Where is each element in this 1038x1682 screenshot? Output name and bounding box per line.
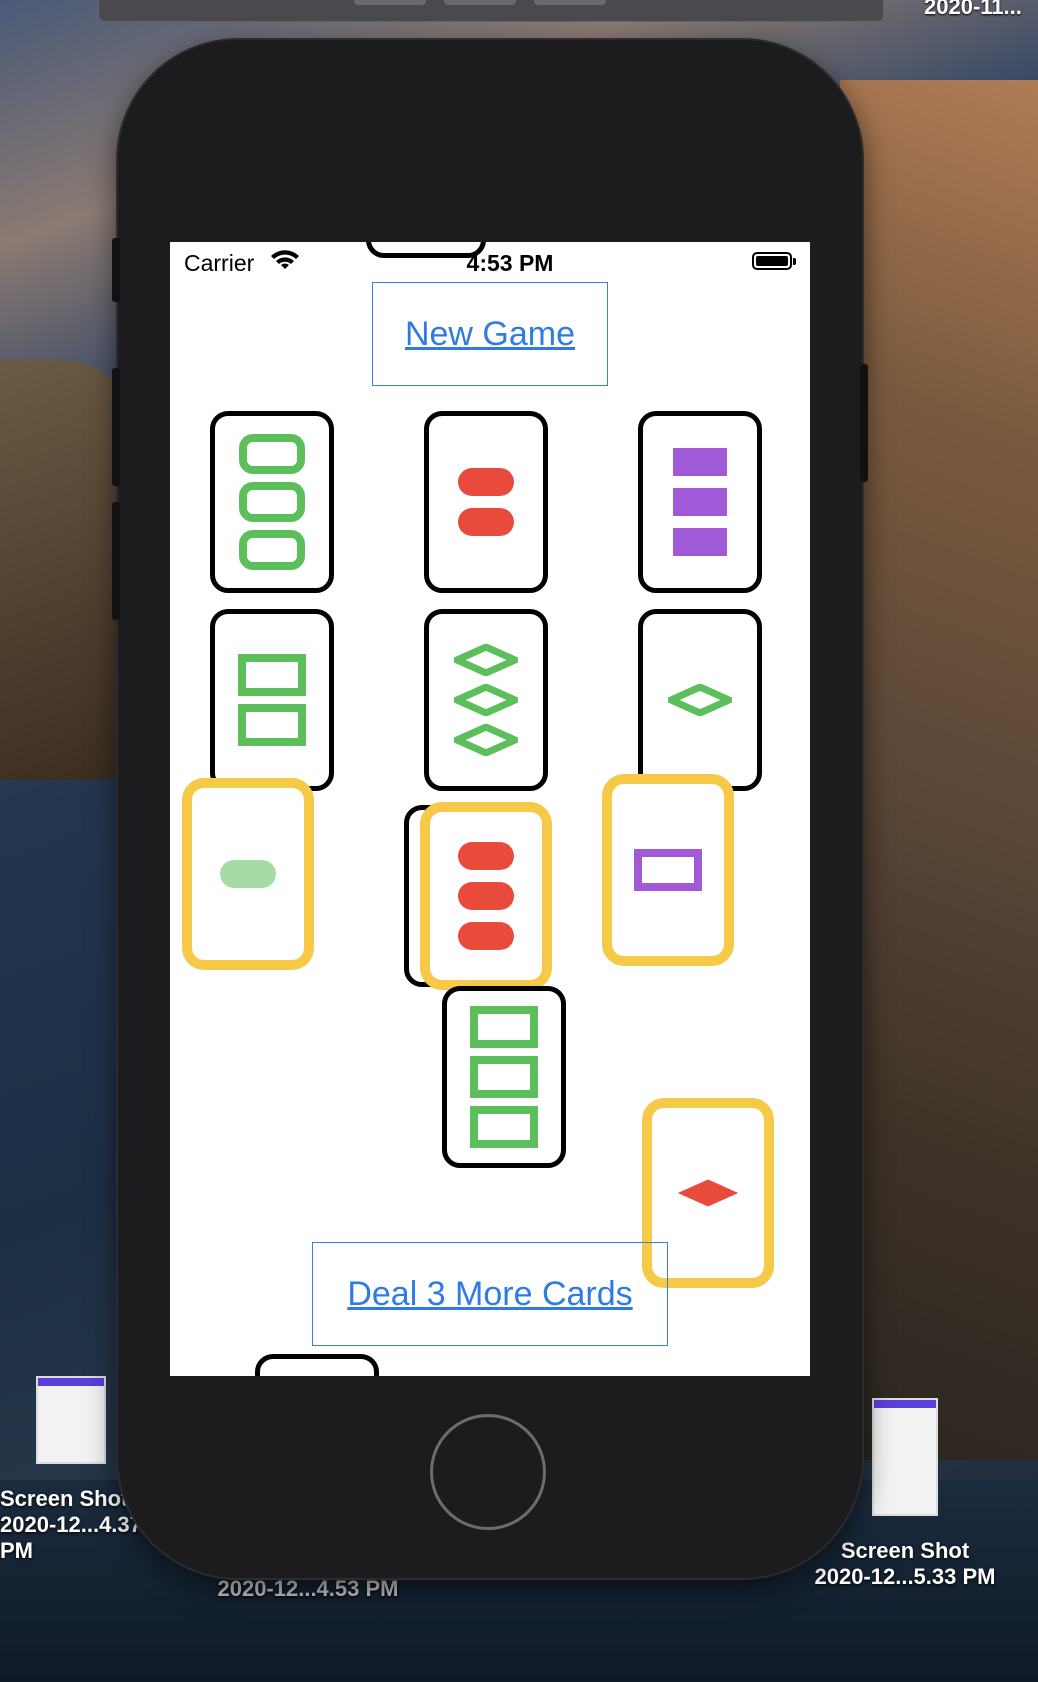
app-screen: Carrier 4:53 PM New Game Deal 3 More Car…	[170, 242, 810, 1376]
oval-symbol	[458, 468, 514, 496]
oval-symbol	[239, 530, 305, 570]
rectangle-symbol	[673, 528, 727, 556]
new-game-button[interactable]: New Game	[372, 282, 608, 386]
wifi-icon	[270, 249, 300, 279]
oval-symbol	[458, 508, 514, 536]
diamond-symbol	[454, 684, 518, 716]
card[interactable]	[424, 411, 548, 593]
desktop-file-label: 2020-11...	[924, 0, 1022, 19]
oval-symbol	[458, 882, 514, 910]
oval-symbol	[239, 482, 305, 522]
card[interactable]	[638, 411, 762, 593]
desktop-file-icon[interactable]: 2020-12...4.53 PM	[188, 1576, 428, 1602]
card[interactable]	[424, 609, 548, 791]
rectangle-symbol	[470, 1106, 538, 1148]
desktop-file-date: 2020-12...4.53 PM	[217, 1576, 399, 1601]
card[interactable]	[442, 986, 566, 1168]
toolbar-rotate-button[interactable]	[534, 0, 606, 5]
oval-symbol	[239, 434, 305, 474]
desktop-wallpaper-cliff-right	[840, 80, 1038, 1460]
rectangle-symbol	[238, 704, 306, 746]
toolbar-home-button[interactable]	[354, 0, 426, 5]
oval-symbol	[220, 860, 276, 888]
volume-up-button	[112, 368, 120, 486]
card-offscreen-bottom	[255, 1354, 379, 1376]
screenshot-thumbnail	[872, 1398, 938, 1516]
toolbar-screenshot-button[interactable]	[444, 0, 516, 5]
card[interactable]	[210, 609, 334, 791]
rectangle-symbol	[238, 654, 306, 696]
diamond-symbol	[454, 644, 518, 676]
diamond-symbol	[454, 724, 518, 756]
deal-three-more-cards-button[interactable]: Deal 3 More Cards	[312, 1242, 668, 1346]
rectangle-symbol	[673, 448, 727, 476]
simulator-toolbar	[98, 0, 884, 22]
card[interactable]	[638, 609, 762, 791]
card-selected[interactable]	[420, 802, 552, 990]
card-selected[interactable]	[602, 774, 734, 966]
oval-symbol	[458, 842, 514, 870]
status-bar: Carrier 4:53 PM	[170, 242, 810, 282]
power-button	[860, 364, 868, 482]
home-button[interactable]	[430, 1414, 546, 1530]
diamond-symbol	[677, 1179, 739, 1207]
carrier-label: Carrier	[184, 250, 255, 276]
battery-icon	[752, 252, 796, 270]
rectangle-symbol	[673, 488, 727, 516]
rectangle-symbol	[634, 849, 702, 891]
volume-down-button	[112, 502, 120, 620]
card[interactable]	[210, 411, 334, 593]
card-selected[interactable]	[182, 778, 314, 970]
rectangle-symbol	[470, 1056, 538, 1098]
desktop-file-date: 2020-12...5.33 PM	[814, 1564, 996, 1589]
mute-switch	[112, 238, 120, 302]
diamond-symbol	[668, 684, 732, 716]
screenshot-thumbnail	[36, 1376, 106, 1464]
oval-symbol	[458, 922, 514, 950]
rectangle-symbol	[470, 1006, 538, 1048]
card-offscreen-top	[366, 242, 486, 258]
